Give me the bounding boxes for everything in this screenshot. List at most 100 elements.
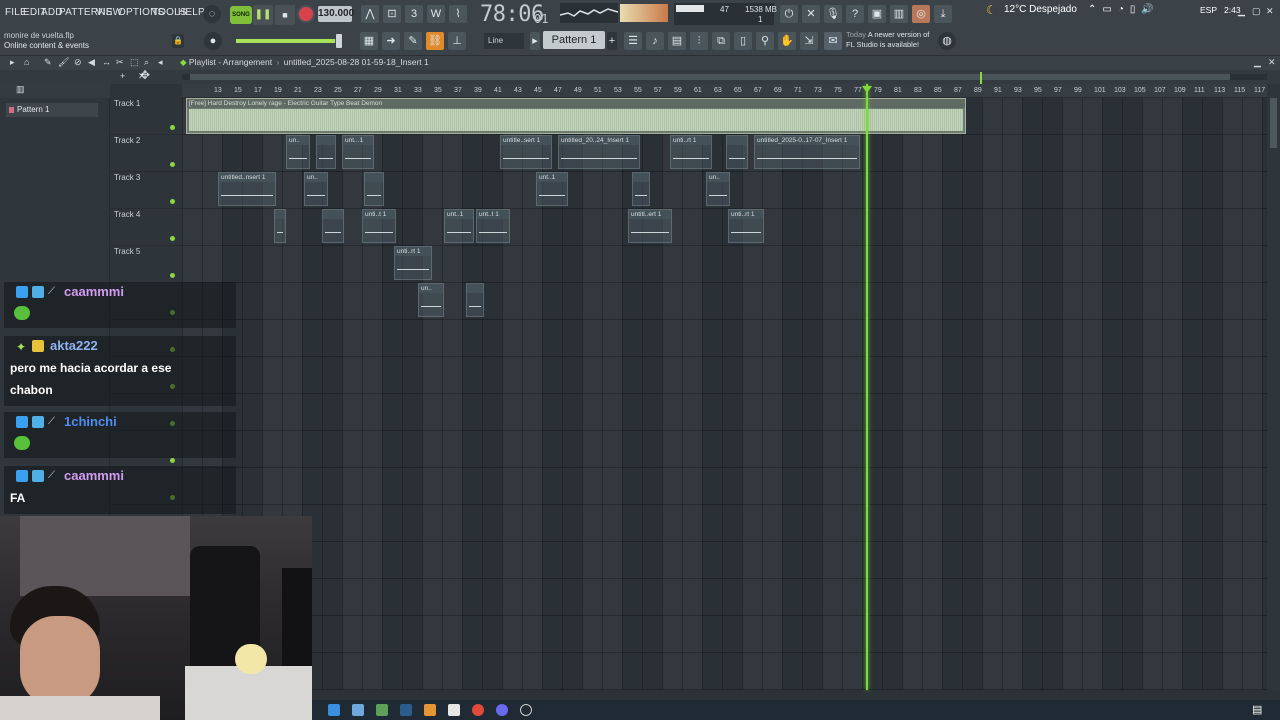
playlist-close-icon[interactable]: ✕ [1268, 57, 1276, 68]
pattern-selector[interactable]: Pattern 1 [543, 31, 605, 49]
browser-icon[interactable]: ◎ [912, 5, 930, 23]
record-button[interactable] [297, 5, 315, 23]
pattern-clip[interactable] [466, 283, 484, 317]
obs-icon[interactable] [520, 704, 532, 716]
help-icon[interactable]: ? [846, 5, 864, 23]
keyboard-language[interactable]: ESP [1200, 5, 1217, 15]
chat-username[interactable]: caammmi [64, 284, 124, 299]
master-pitch-knob[interactable]: ● [204, 32, 222, 50]
link-icon[interactable]: ⛓ [426, 32, 444, 50]
slice-tool-icon[interactable]: ✂ [116, 57, 124, 68]
paint-tool-icon[interactable]: 🖌 [58, 57, 69, 68]
picker-pattern-item[interactable]: Pattern 1 [6, 103, 98, 117]
menu-help[interactable]: HELP [178, 7, 205, 18]
stop-button[interactable]: ■ [275, 5, 295, 25]
piano-icon[interactable]: ▥ [16, 84, 25, 95]
maximize-icon[interactable]: ▢ [1252, 6, 1261, 17]
move-icon[interactable]: ✥ [140, 68, 150, 82]
delete-tool-icon[interactable]: ⊘ [74, 57, 82, 68]
typing-keyboard-icon[interactable]: ▦ [360, 32, 378, 50]
pattern-clip[interactable] [726, 135, 748, 169]
tempo-tap-icon[interactable]: ⇲ [800, 32, 818, 50]
chat-username[interactable]: akta222 [50, 338, 98, 353]
wait-input-icon[interactable]: ⊡ [383, 5, 401, 23]
weather-moon-icon[interactable]: ☾ [986, 3, 997, 17]
pattern-clip[interactable]: unt..t 1 [476, 209, 510, 243]
file-explorer-icon[interactable] [352, 704, 364, 716]
pattern-clip[interactable] [364, 172, 384, 206]
select-tool-icon[interactable]: ⬚ [130, 57, 139, 68]
magnet-icon[interactable]: ⌂ [24, 57, 29, 67]
loop-end-marker[interactable] [980, 72, 982, 84]
terminal-icon[interactable] [448, 704, 460, 716]
chat-username[interactable]: caammmi [64, 468, 124, 483]
track-mute-indicator[interactable] [170, 162, 175, 167]
touch-keyboard-icon[interactable]: ✋ [778, 32, 796, 50]
timeline-ruler[interactable]: 13 15 17 19 21 23 25 27 29 31 33 35 37 3… [182, 84, 1267, 98]
browser-file-icon[interactable]: ▯ [734, 32, 752, 50]
vertical-scrollbar[interactable] [1267, 84, 1280, 690]
pattern-clip[interactable] [274, 209, 286, 243]
audio-clip[interactable]: [Free] Hard Destroy Lonely rage - Electr… [186, 98, 966, 134]
master-volume-handle[interactable] [336, 34, 342, 48]
slip-tool-icon[interactable]: ↔ [102, 57, 111, 67]
download-icon[interactable]: ⤓ [934, 5, 952, 23]
pattern-clip[interactable]: unti..rt 1 [670, 135, 712, 169]
tempo-display[interactable]: 130.000 [318, 6, 354, 22]
pattern-clip[interactable]: untitled_20..24_Insert 1 [558, 135, 640, 169]
lock-icon[interactable]: 🔒 [172, 34, 184, 48]
pattern-clip[interactable]: un.. [304, 172, 328, 206]
news-icon[interactable]: ✉ [824, 32, 842, 50]
chat-username[interactable]: 1chinchi [64, 414, 117, 429]
track-mute-indicator[interactable] [170, 273, 175, 278]
system-tray-icons[interactable]: ⌃▭◔▯🔊 [1088, 4, 1160, 15]
mixer-faders-icon[interactable]: ⫶ [690, 32, 708, 50]
pattern-clip[interactable]: unti..t 1 [362, 209, 396, 243]
zoom-tool-icon[interactable]: ⌕ [144, 57, 149, 68]
save-icon[interactable]: ▣ [868, 5, 886, 23]
plugin-icon[interactable]: ⚲ [756, 32, 774, 50]
mixer-icon[interactable]: ▥ [890, 5, 908, 23]
pattern-clip[interactable]: un.. [706, 172, 730, 206]
channel-rack-icon[interactable]: ▤ [668, 32, 686, 50]
piano-roll-icon[interactable]: ♪ [646, 32, 664, 50]
horizontal-scrollbar[interactable] [182, 74, 1267, 80]
discord-icon[interactable] [496, 704, 508, 716]
countdown-icon[interactable]: 3 [405, 5, 423, 23]
pattern-clip[interactable]: untitled_2025-0..17-07_Insert 1 [754, 135, 860, 169]
stamp-icon[interactable]: ⊥ [448, 32, 466, 50]
pattern-clip[interactable]: un.. [418, 283, 444, 317]
track-header-4[interactable]: Track 4 [110, 209, 182, 246]
track-header-2[interactable]: Track 2 [110, 135, 182, 172]
pattern-clip[interactable]: untitled..nsert 1 [218, 172, 276, 206]
pattern-clip[interactable] [316, 135, 336, 169]
play-button[interactable]: ❚❚ [253, 5, 273, 25]
draw-tool-icon[interactable]: ✎ [44, 57, 52, 68]
notification-icon[interactable]: ▤ [1252, 703, 1262, 716]
taskbar-app-icon[interactable] [328, 704, 340, 716]
close-icon[interactable]: ✕ [1266, 6, 1274, 17]
add-track-icon[interactable]: + [120, 71, 125, 81]
step-edit-icon[interactable]: W [427, 5, 445, 23]
pattern-clip[interactable]: un.. [286, 135, 310, 169]
playhead[interactable] [866, 84, 868, 690]
tools-icon[interactable]: ✕ [802, 5, 820, 23]
pattern-clip[interactable]: untitle..sert 1 [500, 135, 552, 169]
online-globe-icon[interactable]: ◍ [938, 32, 956, 50]
pattern-clip[interactable]: unt..1 [444, 209, 474, 243]
arrow-right-icon[interactable]: ➜ [382, 32, 400, 50]
news-panel[interactable]: Today A newer version of FL Studio is av… [846, 30, 929, 50]
pattern-clip[interactable] [632, 172, 650, 206]
playback-tool-icon[interactable]: ◂ [158, 57, 163, 68]
chrome-icon[interactable] [472, 704, 484, 716]
pattern-clip[interactable]: unti..rt 1 [728, 209, 764, 243]
pattern-clip[interactable] [322, 209, 344, 243]
pattern-clip[interactable]: unti..rt 1 [394, 246, 432, 280]
vertical-scrollbar-thumb[interactable] [1270, 98, 1277, 148]
track-header-5[interactable]: Track 5 [110, 246, 182, 283]
arrow-icon[interactable]: ▸ [10, 57, 15, 68]
loop-icon[interactable]: ◌ [203, 5, 221, 23]
blend-notes-icon[interactable]: ⌇ [449, 5, 467, 23]
playlist-icon[interactable]: ☰ [624, 32, 642, 50]
track-header-3[interactable]: Track 3 [110, 172, 182, 209]
